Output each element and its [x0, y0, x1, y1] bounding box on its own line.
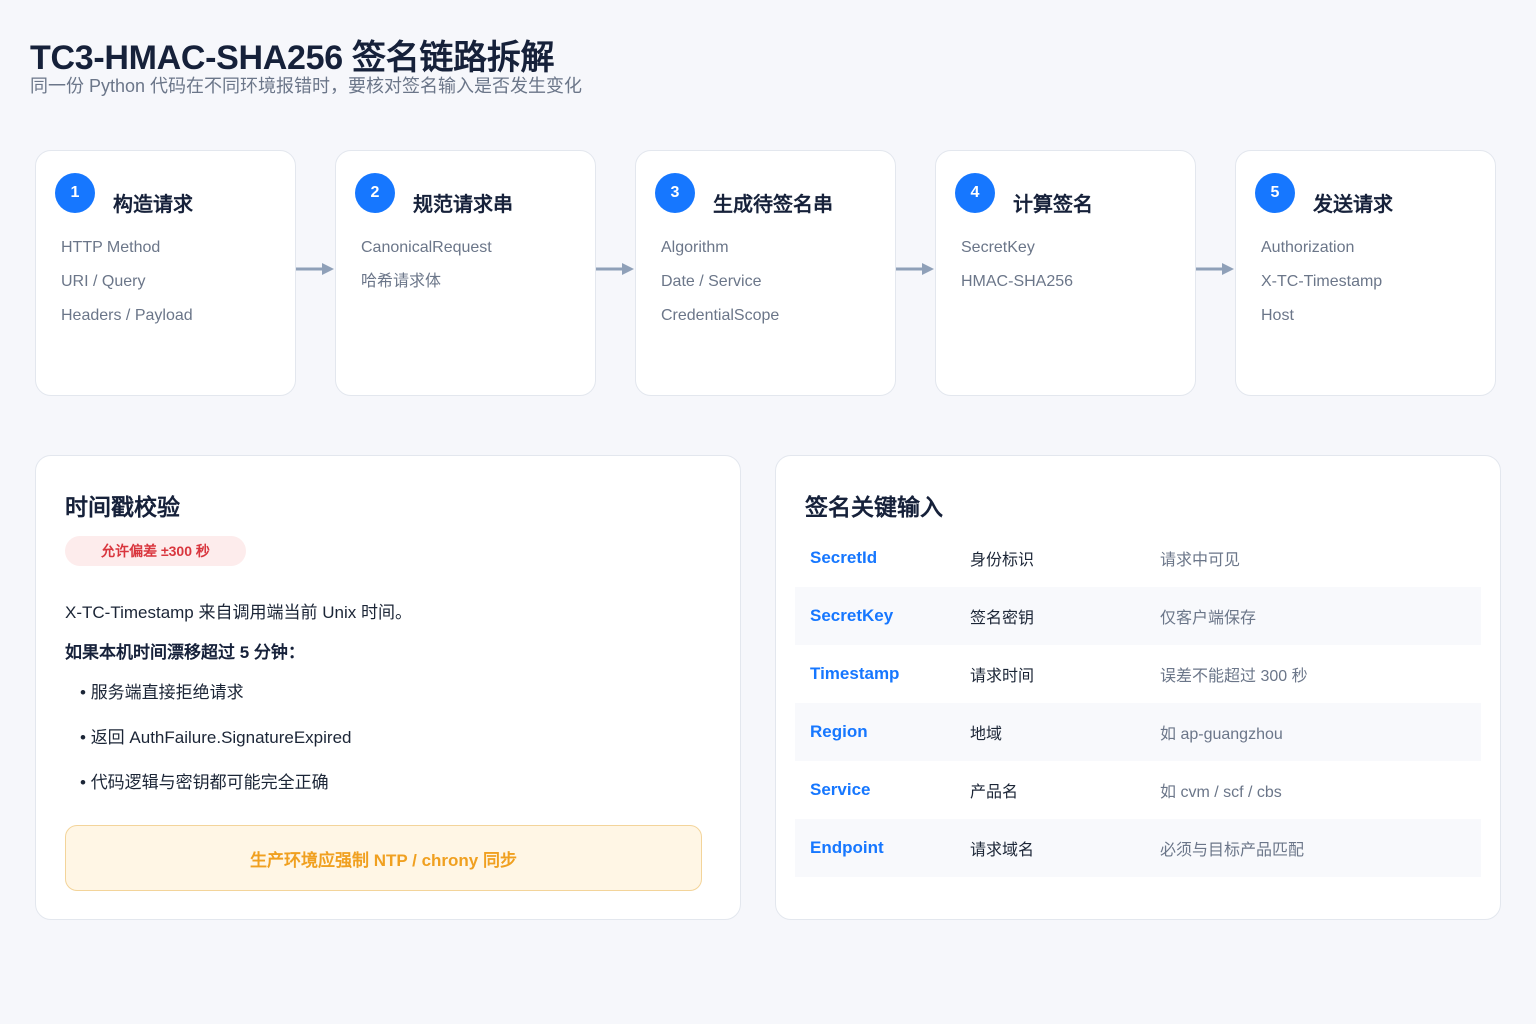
- warning-list: 服务端直接拒绝请求 返回 AuthFailure.SignatureExpire…: [80, 681, 352, 816]
- step-number: 1: [55, 173, 95, 213]
- step-title: 计算签名: [1013, 194, 1093, 216]
- input-name: Service: [810, 780, 871, 799]
- step-card-4: 4 计算签名 SecretKey HMAC-SHA256: [935, 150, 1196, 396]
- step-item: URI / Query: [61, 273, 146, 290]
- panel-title: 签名关键输入: [805, 494, 943, 520]
- table-row: Service 产品名 如 cvm / scf / cbs: [795, 761, 1481, 819]
- arrow-right-icon: [1196, 263, 1234, 275]
- input-name: Timestamp: [810, 664, 900, 683]
- table-row: Endpoint 请求域名 必须与目标产品匹配: [795, 819, 1481, 877]
- input-name: SecretKey: [810, 606, 894, 625]
- table-row: Region 地域 如 ap-guangzhou: [795, 703, 1481, 761]
- step-card-3: 3 生成待签名串 Algorithm Date / Service Creden…: [635, 150, 896, 396]
- step-item: Host: [1261, 307, 1294, 324]
- timestamp-panel: 时间戳校验 允许偏差 ±300 秒 X-TC-Timestamp 来自调用端当前…: [35, 455, 741, 920]
- step-card-5: 5 发送请求 Authorization X-TC-Timestamp Host: [1235, 150, 1496, 396]
- input-note: 请求中可见: [1160, 552, 1241, 569]
- step-number: 3: [655, 173, 695, 213]
- table-row: Timestamp 请求时间 误差不能超过 300 秒: [795, 645, 1481, 703]
- step-title: 生成待签名串: [713, 194, 833, 216]
- input-note: 如 ap-guangzhou: [1160, 726, 1283, 743]
- step-item: Algorithm: [661, 239, 729, 256]
- step-item: CanonicalRequest: [361, 239, 492, 256]
- warning-title: 如果本机时间漂移超过 5 分钟：: [65, 643, 305, 662]
- step-item: Date / Service: [661, 273, 762, 290]
- input-note: 如 cvm / scf / cbs: [1160, 784, 1282, 801]
- list-item: 服务端直接拒绝请求: [80, 681, 351, 726]
- input-desc: 签名密钥: [970, 610, 1035, 627]
- step-number: 4: [955, 173, 995, 213]
- arrow-right-icon: [596, 263, 634, 275]
- step-card-2: 2 规范请求串 CanonicalRequest 哈希请求体: [335, 150, 596, 396]
- input-name: SecretId: [810, 548, 878, 567]
- step-item: Authorization: [1261, 239, 1355, 256]
- step-item: HMAC-SHA256: [961, 273, 1074, 290]
- input-name: Region: [810, 722, 868, 741]
- inputs-table: SecretId 身份标识 请求中可见 SecretKey 签名密钥 仅客户端保…: [795, 529, 1481, 877]
- input-note: 误差不能超过 300 秒: [1160, 668, 1308, 685]
- input-note: 仅客户端保存: [1160, 610, 1257, 627]
- input-desc: 产品名: [970, 784, 1019, 801]
- step-title: 发送请求: [1313, 194, 1393, 216]
- step-item: HTTP Method: [61, 239, 161, 256]
- list-item: 返回 AuthFailure.SignatureExpired: [80, 726, 352, 771]
- step-item: SecretKey: [961, 239, 1035, 256]
- input-desc: 地域: [970, 726, 1003, 743]
- input-name: Endpoint: [810, 838, 884, 857]
- input-desc: 请求域名: [970, 842, 1035, 859]
- table-row: SecretId 身份标识 请求中可见: [795, 529, 1481, 587]
- timestamp-description: X-TC-Timestamp 来自调用端当前 Unix 时间。: [65, 603, 412, 622]
- input-desc: 请求时间: [970, 668, 1035, 685]
- step-item: 哈希请求体: [361, 273, 442, 290]
- signing-inputs-panel: 签名关键输入 SecretId 身份标识 请求中可见 SecretKey 签名密…: [775, 455, 1501, 920]
- table-row: SecretKey 签名密钥 仅客户端保存: [795, 587, 1481, 645]
- arrow-right-icon: [296, 263, 334, 275]
- step-title: 构造请求: [113, 194, 193, 216]
- list-item: 代码逻辑与密钥都可能完全正确: [80, 771, 351, 816]
- page-subtitle: 同一份 Python 代码在不同环境报错时，要核对签名输入是否发生变化: [30, 76, 583, 96]
- panel-title: 时间戳校验: [65, 494, 180, 520]
- input-desc: 身份标识: [970, 552, 1035, 569]
- step-number: 5: [1255, 173, 1295, 213]
- input-note: 必须与目标产品匹配: [1160, 842, 1305, 859]
- step-card-1: 1 构造请求 HTTP Method URI / Query Headers /…: [35, 150, 296, 396]
- ntp-callout: 生产环境应强制 NTP / chrony 同步: [65, 825, 702, 891]
- tolerance-badge: 允许偏差 ±300 秒: [65, 536, 246, 566]
- signing-flow: 1 构造请求 HTTP Method URI / Query Headers /…: [35, 150, 1496, 396]
- step-title: 规范请求串: [413, 194, 513, 216]
- arrow-right-icon: [896, 263, 934, 275]
- step-item: CredentialScope: [661, 307, 780, 324]
- step-number: 2: [355, 173, 395, 213]
- step-item: Headers / Payload: [61, 307, 193, 324]
- step-item: X-TC-Timestamp: [1261, 273, 1383, 290]
